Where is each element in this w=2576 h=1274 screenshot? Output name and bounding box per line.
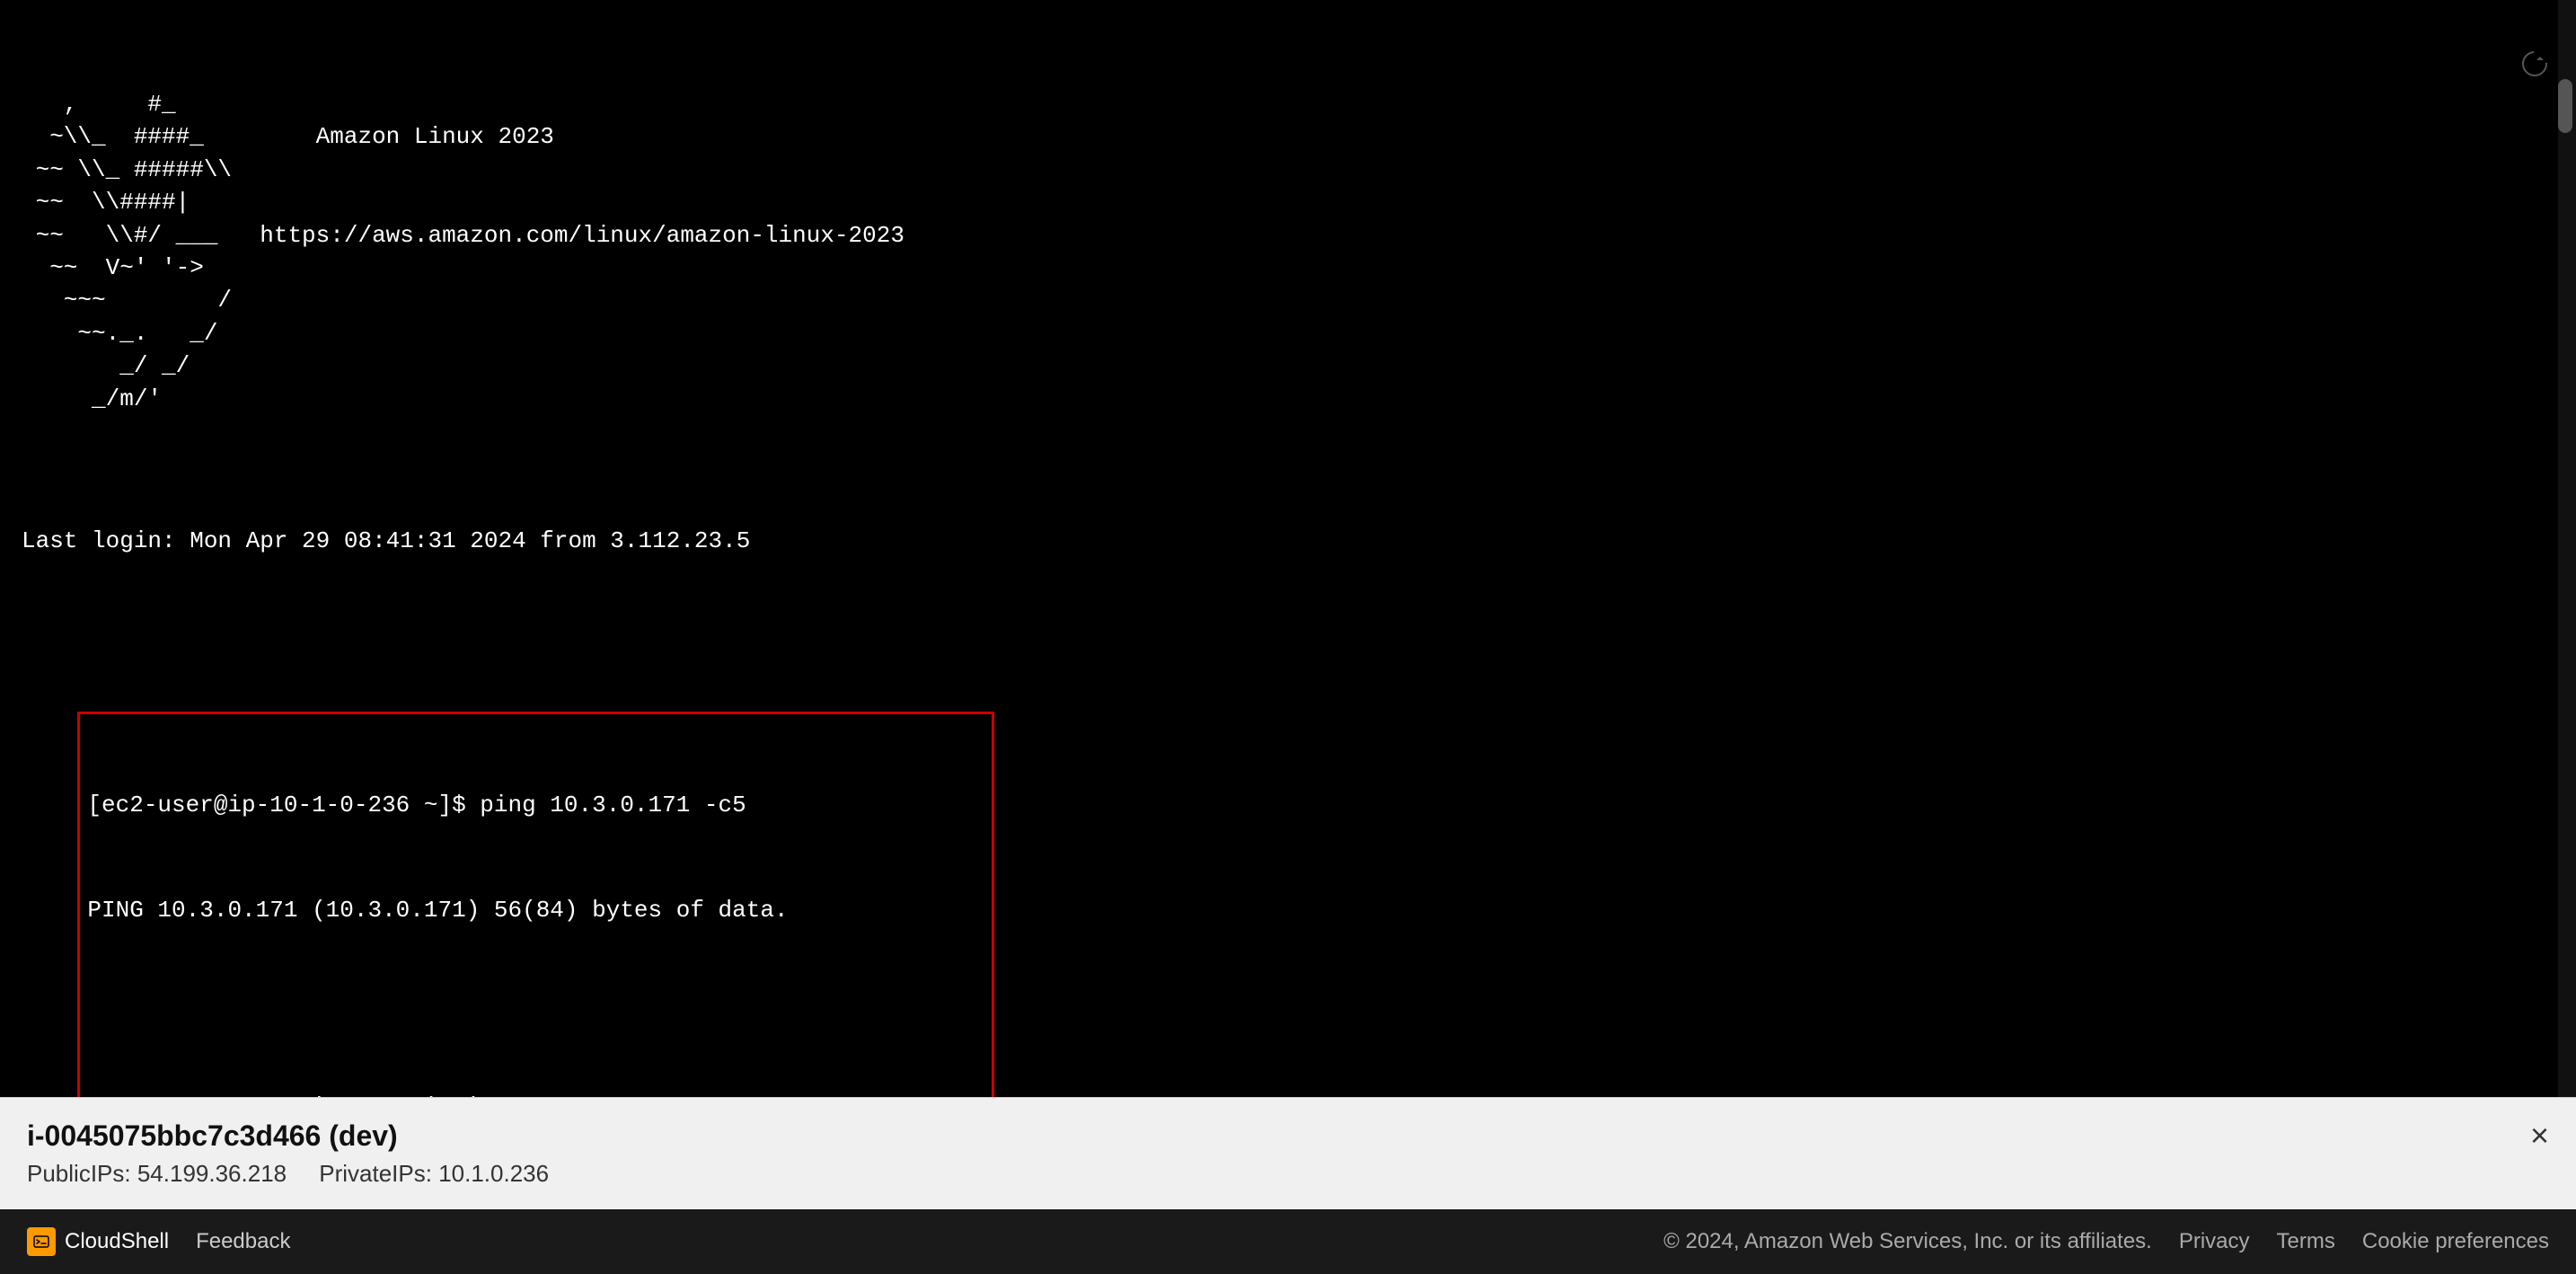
ascii-art: , #_ ~\\_ ####_ Amazon Linux 2023 ~~ \\_…: [22, 88, 2554, 415]
instance-id: i-0045075bbc7c3d466 (dev): [27, 1119, 2549, 1153]
public-ips-value: 54.199.36.218: [137, 1160, 287, 1187]
cloudshell-label: CloudShell: [65, 1229, 169, 1254]
ip-info: PublicIPs: 54.199.36.218 PrivateIPs: 10.…: [27, 1160, 2549, 1188]
cloudshell-button[interactable]: CloudShell: [27, 1227, 169, 1256]
ping-output-line: PING 10.3.0.171 (10.3.0.171) 56(84) byte…: [87, 893, 984, 928]
privacy-link[interactable]: Privacy: [2179, 1229, 2250, 1254]
feedback-button[interactable]: Feedback: [196, 1229, 290, 1254]
terms-link[interactable]: Terms: [2277, 1229, 2335, 1254]
scrollbar-track[interactable]: [2558, 0, 2576, 1097]
bottom-bar: CloudShell Feedback © 2024, Amazon Web S…: [0, 1209, 2576, 1274]
scrollbar-thumb[interactable]: [2558, 79, 2572, 133]
cloudshell-icon: [27, 1227, 56, 1256]
public-ips-label: PublicIPs:: [27, 1160, 131, 1187]
cookie-preferences-link[interactable]: Cookie preferences: [2362, 1229, 2549, 1254]
ping-command-block: [ec2-user@ip-10-1-0-236 ~]$ ping 10.3.0.…: [77, 712, 994, 1097]
bottom-bar-right: © 2024, Amazon Web Services, Inc. or its…: [1663, 1229, 2549, 1254]
last-login-line: Last login: Mon Apr 29 08:41:31 2024 fro…: [22, 524, 2554, 559]
refresh-icon[interactable]: [2465, 14, 2549, 125]
close-button[interactable]: ×: [2530, 1119, 2549, 1152]
private-ips-label: PrivateIPs:: [319, 1160, 432, 1187]
ping-stats-header: --- 10.3.0.171 ping statistics ---: [87, 1090, 984, 1097]
bottom-bar-left: CloudShell Feedback: [27, 1227, 290, 1256]
ping-prompt: [ec2-user@ip-10-1-0-236 ~]$ ping 10.3.0.…: [87, 788, 984, 823]
copyright-text: © 2024, Amazon Web Services, Inc. or its…: [1663, 1229, 2152, 1254]
private-ips-value: 10.1.0.236: [438, 1160, 549, 1187]
terminal-window: , #_ ~\\_ ####_ Amazon Linux 2023 ~~ \\_…: [0, 0, 2576, 1097]
info-bar: i-0045075bbc7c3d466 (dev) PublicIPs: 54.…: [0, 1097, 2576, 1209]
